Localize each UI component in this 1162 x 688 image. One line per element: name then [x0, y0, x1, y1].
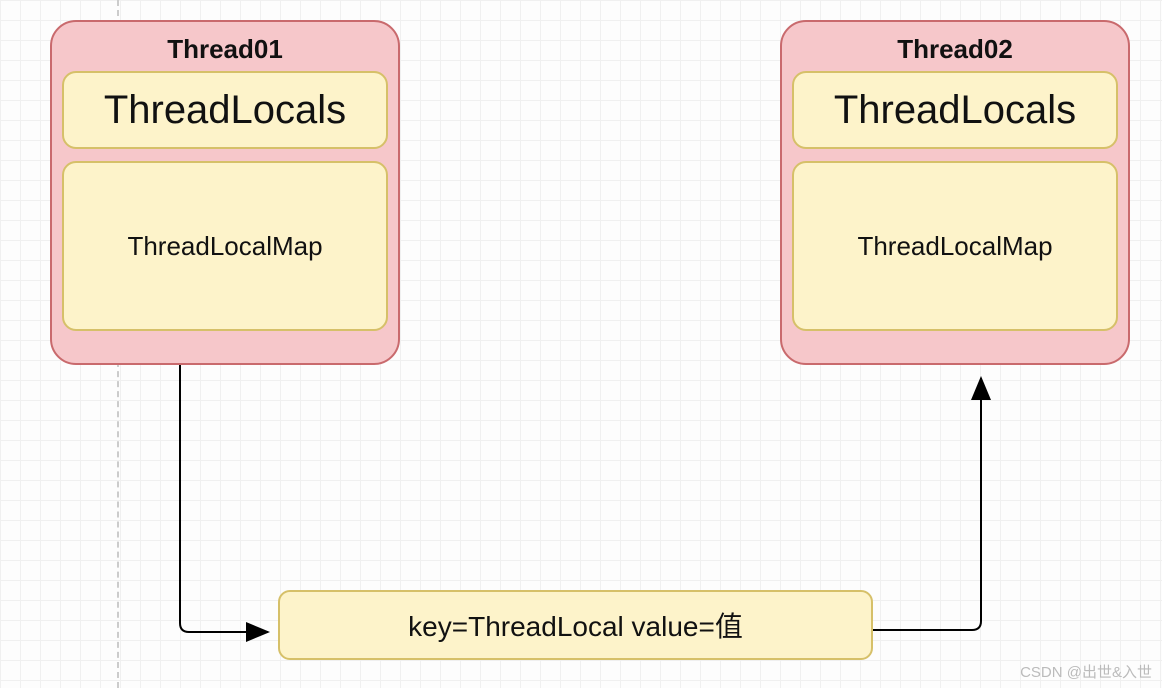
thread02-threadlocals: ThreadLocals	[792, 71, 1118, 149]
watermark: CSDN @出世&入世	[1020, 661, 1152, 682]
thread02-title: Thread02	[792, 34, 1118, 65]
thread01-title: Thread01	[62, 34, 388, 65]
thread01-threadlocalmap: ThreadLocalMap	[62, 161, 388, 331]
thread02-box: Thread02 ThreadLocals ThreadLocalMap	[780, 20, 1130, 365]
thread02-threadlocalmap: ThreadLocalMap	[792, 161, 1118, 331]
key-value-box: key=ThreadLocal value=值	[278, 590, 873, 660]
thread01-box: Thread01 ThreadLocals ThreadLocalMap	[50, 20, 400, 365]
thread01-threadlocals: ThreadLocals	[62, 71, 388, 149]
